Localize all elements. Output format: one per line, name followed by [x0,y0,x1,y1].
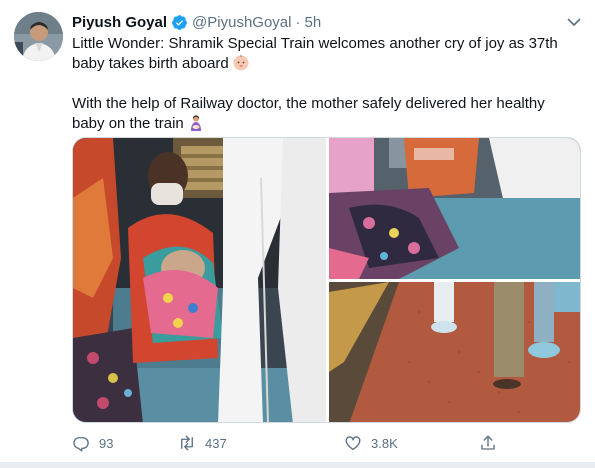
tweet-actions-bar: 93 437 3.8K [72,432,502,454]
tweet-divider [0,462,595,468]
photo-baby-on-train-berth[interactable] [329,138,580,279]
avatar-image [14,12,63,61]
retweet-button[interactable]: 437 [178,432,227,454]
baby-emoji-icon [232,54,250,72]
chevron-down-icon[interactable] [566,14,582,30]
share-button[interactable] [479,432,497,454]
tweet-text-line-1: Little Wonder: Shramik Special Train wel… [72,35,558,72]
tweet[interactable]: Piyush Goyal @PiyushGoyal · 5h Little Wo… [0,0,595,468]
tweet-text-line-2: With the help of Railway doctor, the mot… [72,95,545,132]
author-handle[interactable]: @PiyushGoyal [192,14,291,31]
woman-feeding-baby-emoji-icon [187,114,205,132]
heart-icon [345,436,361,451]
tweet-timestamp[interactable]: 5h [304,14,321,31]
author-name[interactable]: Piyush Goyal [72,14,167,31]
retweet-count: 437 [205,435,227,451]
avatar[interactable] [14,12,63,61]
retweet-icon [181,435,193,451]
tweet-text: Little Wonder: Shramik Special Train wel… [72,34,562,134]
reply-button[interactable]: 93 [72,432,113,454]
reply-count: 93 [99,435,114,451]
share-icon [481,435,495,450]
photo-mother-with-newborn[interactable] [73,138,326,422]
tweet-header: Piyush Goyal @PiyushGoyal · 5h [72,12,321,32]
reply-icon [73,437,89,452]
separator-dot: · [295,13,301,31]
like-count: 3.8K [371,435,398,451]
photo-platform-feet[interactable] [329,282,580,422]
verified-badge-icon [171,14,188,31]
tweet-media-grid [72,137,581,423]
like-button[interactable]: 3.8K [344,432,398,454]
